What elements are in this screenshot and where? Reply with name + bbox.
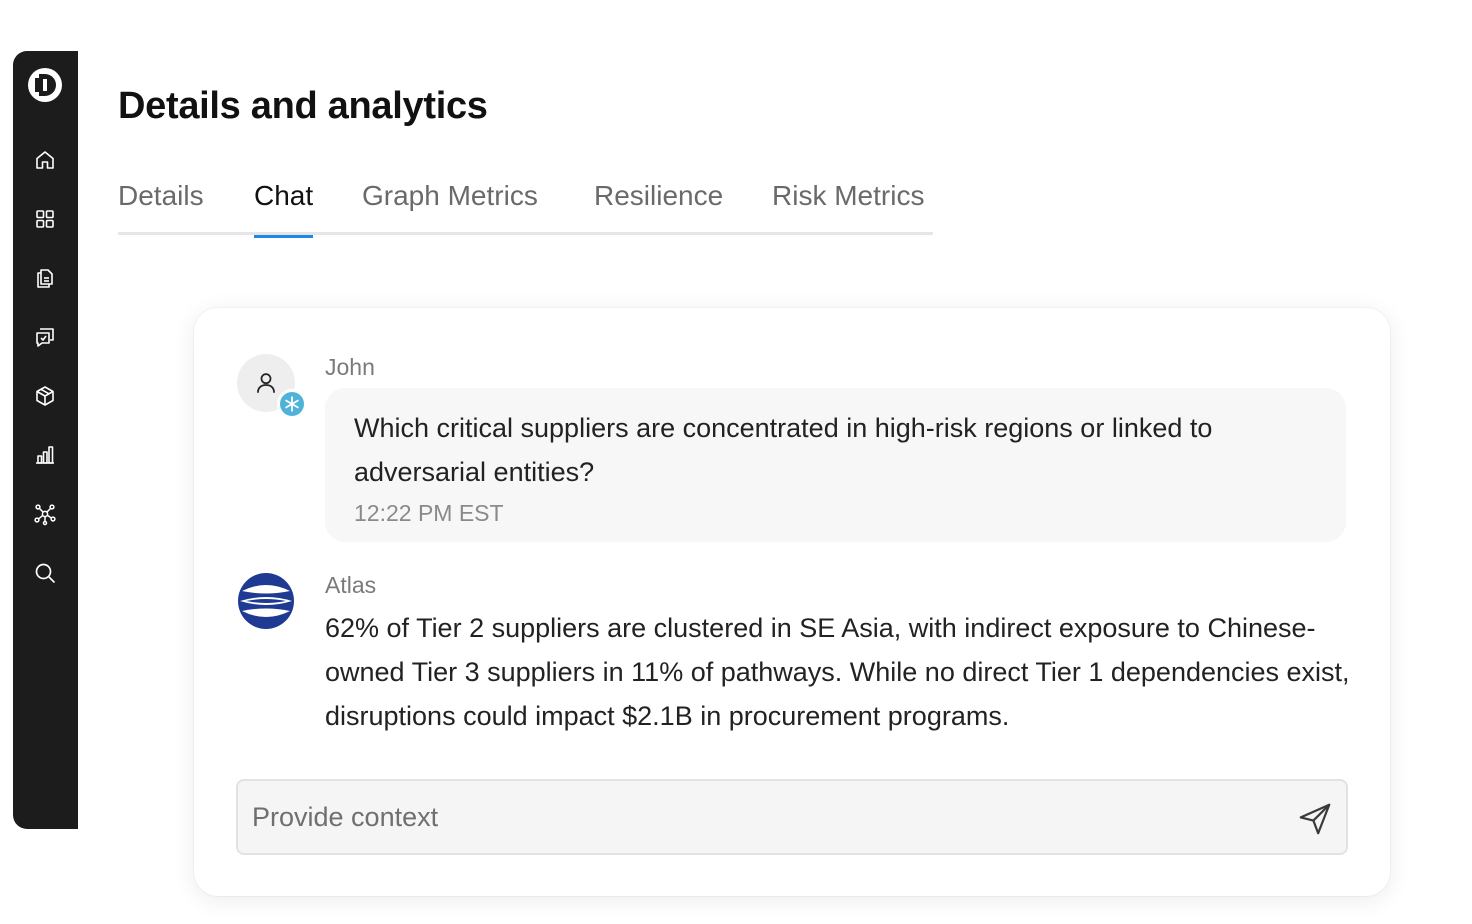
tab-resilience[interactable]: Resilience bbox=[594, 180, 723, 235]
tab-chat[interactable]: Chat bbox=[254, 180, 314, 238]
message-sender: John bbox=[325, 354, 375, 380]
network-graph-icon bbox=[34, 504, 56, 526]
sidebar-item-conversations[interactable] bbox=[32, 324, 58, 350]
tab-graph-metrics[interactable]: Graph Metrics bbox=[362, 180, 538, 235]
documents-icon bbox=[37, 269, 53, 288]
chat-composer bbox=[236, 779, 1348, 855]
search-icon bbox=[35, 563, 55, 583]
sidebar bbox=[13, 51, 78, 829]
page-title: Details and analytics bbox=[118, 85, 488, 127]
tab-risk-metrics[interactable]: Risk Metrics bbox=[772, 180, 924, 235]
app-logo-icon[interactable] bbox=[27, 67, 63, 103]
sidebar-item-products[interactable] bbox=[32, 383, 58, 409]
sidebar-item-documents[interactable] bbox=[32, 265, 58, 291]
bar-chart-icon bbox=[36, 446, 54, 464]
box-icon bbox=[36, 386, 54, 406]
sidebar-item-analytics[interactable] bbox=[32, 442, 58, 468]
message-text: Which critical suppliers are concentrate… bbox=[354, 413, 1213, 487]
user-icon bbox=[257, 373, 275, 393]
message-sender: Atlas bbox=[325, 572, 377, 598]
sidebar-item-home[interactable] bbox=[32, 147, 58, 173]
chat-panel: John Which critical suppliers are concen… bbox=[194, 308, 1390, 896]
tab-bar: Details Chat Graph Metrics Resilience Ri… bbox=[118, 180, 933, 238]
sidebar-item-dashboard[interactable] bbox=[32, 206, 58, 232]
tab-details[interactable]: Details bbox=[118, 180, 204, 235]
home-icon bbox=[36, 151, 54, 169]
context-input[interactable] bbox=[252, 781, 1272, 853]
user-message-bubble: Which critical suppliers are concentrate… bbox=[325, 388, 1346, 542]
sidebar-item-search[interactable] bbox=[32, 560, 58, 586]
send-icon bbox=[1299, 803, 1331, 835]
chat-history-icon bbox=[36, 328, 54, 347]
user-badge-icon bbox=[277, 389, 307, 419]
atlas-logo-icon bbox=[236, 571, 296, 631]
grid-icon bbox=[36, 210, 54, 228]
sidebar-item-graph[interactable] bbox=[32, 501, 58, 527]
message-timestamp: 12:22 PM EST bbox=[354, 500, 504, 526]
send-button[interactable] bbox=[1296, 800, 1334, 838]
assistant-message-text: 62% of Tier 2 suppliers are clustered in… bbox=[325, 613, 1350, 731]
